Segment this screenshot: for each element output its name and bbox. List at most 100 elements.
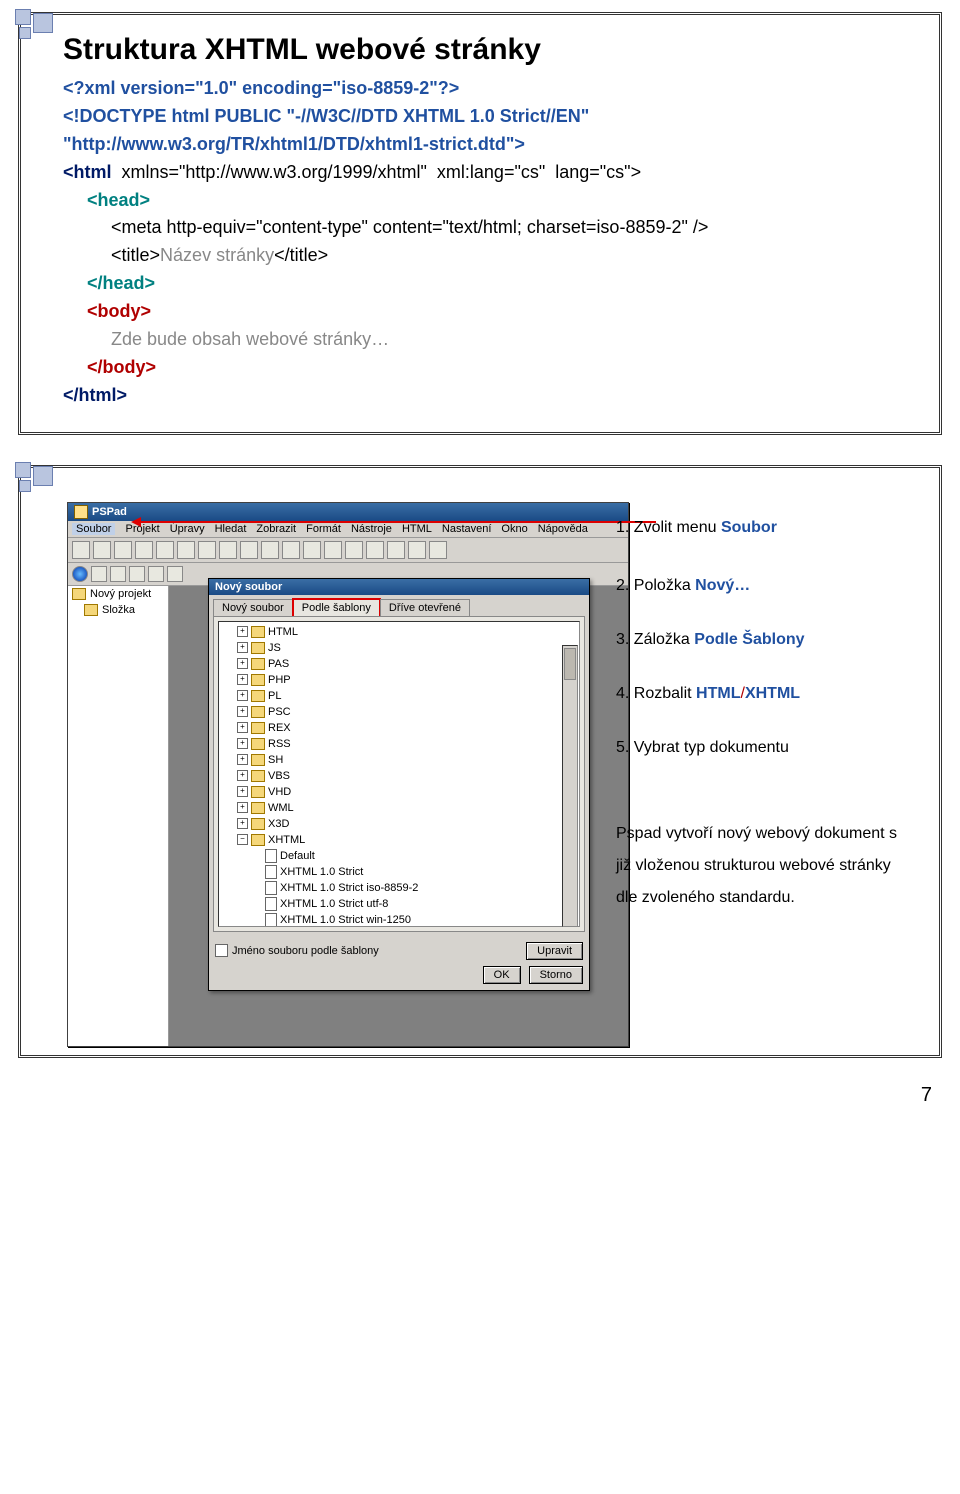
menu-html[interactable]: HTML [402,523,432,535]
tree-leaf[interactable]: XHTML 1.0 Strict win-1250 [223,912,575,927]
toolbar-button[interactable] [93,541,111,559]
expand-icon[interactable]: + [237,642,248,653]
tree-node[interactable]: +REX [223,720,575,736]
toolbar-button[interactable] [408,541,426,559]
menu-napoveda[interactable]: Nápověda [538,523,588,535]
toolbar-button[interactable] [282,541,300,559]
code-line: </head> [63,270,915,298]
toolbar-button[interactable] [429,541,447,559]
tree-leaf[interactable]: XHTML 1.0 Strict [223,864,575,880]
expand-icon[interactable]: + [237,658,248,669]
tree-node[interactable]: +PSC [223,704,575,720]
instruction-1: 1. Zvolit menu Soubor [616,516,777,541]
expand-icon[interactable]: + [237,818,248,829]
checkbox-icon[interactable] [215,944,228,957]
tree-node[interactable]: +HTML [223,624,575,640]
checkbox-label: Jméno souboru podle šablony [232,945,379,957]
globe-icon[interactable] [72,566,88,582]
toolbar-button[interactable] [303,541,321,559]
tab-podle-sablony[interactable]: Podle šablony [293,599,380,616]
menu-okno[interactable]: Okno [501,523,527,535]
expand-icon[interactable]: + [237,754,248,765]
tree-node[interactable]: +PL [223,688,575,704]
toolbar-button[interactable] [129,566,145,582]
menu-hledat[interactable]: Hledat [215,523,247,535]
tree-node[interactable]: + PHP [223,672,575,688]
tree-label: XHTML 1.0 Strict [280,864,363,880]
folder-icon [251,690,265,702]
toolbar-button[interactable] [156,541,174,559]
toolbar-button[interactable] [219,541,237,559]
expand-icon[interactable]: + [237,722,248,733]
edit-button[interactable]: Upravit [526,942,583,960]
toolbar-button[interactable] [366,541,384,559]
menu-nastaveni[interactable]: Nastavení [442,523,492,535]
cancel-button[interactable]: Storno [529,966,583,984]
expand-icon[interactable]: + [237,690,248,701]
toolbar-button[interactable] [387,541,405,559]
expand-icon[interactable]: + [237,770,248,781]
toolbar-button[interactable] [114,541,132,559]
template-tree[interactable]: +HTML +JS +PAS + PHP +PL +PSC +REX + RSS +… [218,621,580,927]
tree-leaf[interactable]: Default [223,848,575,864]
tree-node[interactable]: + VHD [223,784,575,800]
instruction-5: 5. Vybrat typ dokumentu [616,736,789,761]
folder-icon [251,834,265,846]
tree-node[interactable]: + RSS [223,736,575,752]
tree-label: VHD [268,784,291,800]
tree-label: Default [280,848,315,864]
menu-format[interactable]: Formát [306,523,341,535]
tree-node[interactable]: +X3D [223,816,575,832]
tree-node-xhtml[interactable]: −XHTML [223,832,575,848]
ok-button[interactable]: OK [483,966,521,984]
tree-node[interactable]: +WML [223,800,575,816]
toolbar-button[interactable] [72,541,90,559]
expand-icon[interactable]: + [237,706,248,717]
tree-label: RSS [268,736,291,752]
dialog-tabs: Nový soubor Podle šablony Dříve otevřené [209,595,589,616]
tree-label: XHTML 1.0 Strict win-1250 [280,912,411,927]
toolbar-button[interactable] [324,541,342,559]
tree-node[interactable]: +JS [223,640,575,656]
expand-icon[interactable]: + [237,802,248,813]
expand-icon[interactable]: + [237,674,248,685]
tree-leaf[interactable]: XHTML 1.0 Strict utf-8 [223,896,575,912]
tree-label: VBS [268,768,290,784]
expand-icon[interactable]: + [237,738,248,749]
toolbar-button[interactable] [135,541,153,559]
scrollbar[interactable] [562,645,578,927]
scrollbar-thumb[interactable] [564,648,576,680]
toolbar-button[interactable] [261,541,279,559]
toolbar-button[interactable] [110,566,126,582]
sidebar-item[interactable]: Složka [68,602,168,618]
menu-soubor[interactable]: Soubor [72,523,115,535]
toolbar-button[interactable] [198,541,216,559]
arrow-annotation-icon [136,521,656,523]
instruction-4: 4. Rozbalit HTML/XHTML [616,682,800,707]
tree-label: PHP [268,672,291,688]
toolbar-button[interactable] [240,541,258,559]
corner-decor-icon [15,9,57,51]
sidebar-item[interactable]: Nový projekt [68,586,168,602]
toolbar-button[interactable] [345,541,363,559]
tab-drive-otevrene[interactable]: Dříve otevřené [380,599,470,616]
toolbar-button[interactable] [91,566,107,582]
code-line: Zde bude obsah webové stránky… [63,326,915,354]
menu-upravy[interactable]: Úpravy [170,523,205,535]
expand-icon[interactable]: + [237,786,248,797]
menu-nastroje[interactable]: Nástroje [351,523,392,535]
collapse-icon[interactable]: − [237,834,248,845]
tab-novy-soubor[interactable]: Nový soubor [213,599,293,616]
expand-icon[interactable]: + [237,626,248,637]
project-sidebar: Nový projekt Složka [68,586,169,1046]
tree-node[interactable]: +PAS [223,656,575,672]
menu-zobrazit[interactable]: Zobrazit [256,523,296,535]
tree-leaf[interactable]: XHTML 1.0 Strict iso-8859-2 [223,880,575,896]
toolbar-button[interactable] [148,566,164,582]
tree-node[interactable]: + VBS [223,768,575,784]
toolbar-button[interactable] [167,566,183,582]
filename-by-template-checkbox[interactable]: Jméno souboru podle šablony [215,944,379,957]
tree-node[interactable]: +SH [223,752,575,768]
toolbar-button[interactable] [177,541,195,559]
code-line: <title>Název stránky</title> [63,242,915,270]
